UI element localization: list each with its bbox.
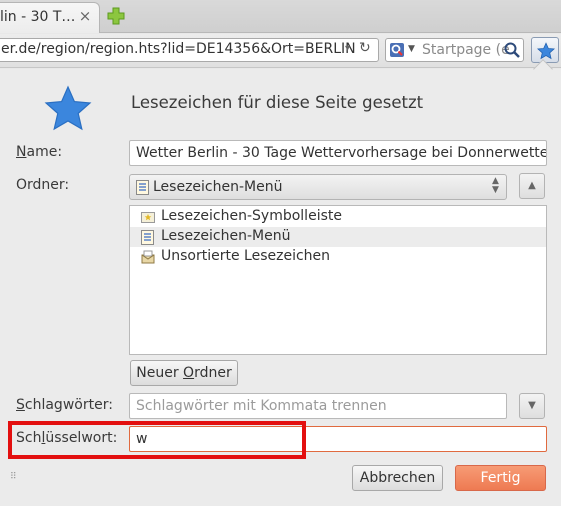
panel-title: Lesezeichen für diese Seite gesetzt xyxy=(131,93,424,112)
chevron-updown-icon: ▲ ▼ xyxy=(492,176,499,195)
url-text[interactable]: er.de/region/region.hts?lid=DE14356&Ort=… xyxy=(1,41,356,57)
url-history-dropdown-icon[interactable]: ▾ xyxy=(345,43,350,54)
tags-field[interactable]: Schlagwörter mit Kommata trennen xyxy=(129,393,507,419)
search-engine-dropdown-icon[interactable]: ▼ xyxy=(408,44,415,54)
chevron-up-icon: ▲ xyxy=(528,180,536,191)
expand-folder-tree-button[interactable]: ▲ xyxy=(519,173,545,199)
resize-grip-icon[interactable]: ⠿ xyxy=(10,472,17,482)
tab-title: lin - 30 T… xyxy=(0,9,76,25)
star-icon xyxy=(537,42,555,60)
menu-folder-icon xyxy=(136,180,149,195)
browser-tab[interactable]: lin - 30 T… × xyxy=(0,2,100,33)
search-icon[interactable] xyxy=(503,41,521,59)
bookmark-star-icon xyxy=(44,85,92,131)
tree-item-label: Unsortierte Lesezeichen xyxy=(161,248,331,264)
search-engine-icon[interactable] xyxy=(389,42,405,58)
bookmark-star-button[interactable] xyxy=(531,37,559,63)
folder-tree[interactable]: Lesezeichen-Symbolleiste Lesezeichen-Men… xyxy=(129,205,547,355)
name-label: Name: xyxy=(16,144,63,160)
menu-folder-icon xyxy=(141,230,154,245)
folder-select[interactable]: Lesezeichen-Menü ▲ ▼ xyxy=(129,174,507,200)
toolbar-folder-icon xyxy=(141,212,155,223)
tree-item-menu[interactable]: Lesezeichen-Menü xyxy=(130,227,546,247)
tree-item-label: Lesezeichen-Menü xyxy=(161,228,291,244)
tree-item-unsorted[interactable]: Unsortierte Lesezeichen xyxy=(130,247,546,267)
plus-icon xyxy=(107,7,125,25)
name-field-value: Wetter Berlin - 30 Tage Wettervorhersage… xyxy=(136,145,547,161)
tab-strip: lin - 30 T… × xyxy=(0,0,561,33)
close-tab-icon[interactable]: × xyxy=(77,8,93,24)
tags-label: Schlagwörter: xyxy=(16,397,113,413)
tags-placeholder: Schlagwörter mit Kommata trennen xyxy=(136,398,387,414)
folder-select-value: Lesezeichen-Menü xyxy=(153,179,283,195)
unsorted-folder-icon xyxy=(141,250,155,264)
new-folder-button[interactable]: Neuer Ordner xyxy=(130,360,238,386)
tree-item-label: Lesezeichen-Symbolleiste xyxy=(161,208,342,224)
expand-tags-button[interactable]: ▼ xyxy=(519,393,545,419)
search-placeholder: Startpage (e xyxy=(422,42,510,58)
folder-label: Ordner: xyxy=(16,177,70,193)
tree-item-toolbar[interactable]: Lesezeichen-Symbolleiste xyxy=(130,207,546,227)
new-tab-button[interactable] xyxy=(106,6,126,26)
chevron-down-icon: ▼ xyxy=(528,400,536,411)
search-bar[interactable]: ▼ Startpage (e xyxy=(385,38,524,62)
highlight-annotation xyxy=(8,421,306,459)
cancel-button[interactable]: Abbrechen xyxy=(352,465,443,491)
navigation-bar: er.de/region/region.hts?lid=DE14356&Ort=… xyxy=(0,34,561,68)
reload-icon[interactable]: ↻ xyxy=(359,40,371,56)
name-field[interactable]: Wetter Berlin - 30 Tage Wettervorhersage… xyxy=(129,140,547,166)
url-bar[interactable]: er.de/region/region.hts?lid=DE14356&Ort=… xyxy=(0,38,379,62)
done-button[interactable]: Fertig xyxy=(455,465,546,491)
